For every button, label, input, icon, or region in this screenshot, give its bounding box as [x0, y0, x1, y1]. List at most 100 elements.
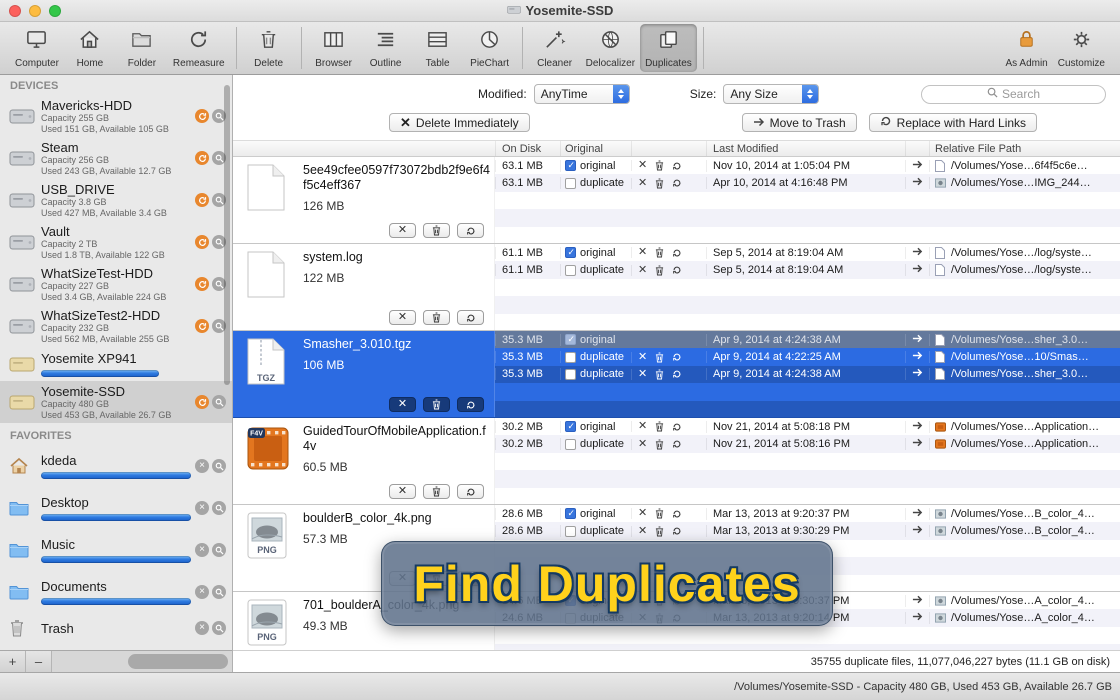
- row-delete-icon[interactable]: ✕: [638, 352, 647, 363]
- row-hardlink-icon[interactable]: [672, 422, 682, 432]
- inspect-badge-icon[interactable]: [212, 501, 226, 515]
- original-checkbox[interactable]: [565, 526, 576, 537]
- row-trash-icon[interactable]: [655, 352, 664, 363]
- row-hardlink-icon[interactable]: [672, 248, 682, 258]
- inspect-badge-icon[interactable]: [212, 395, 226, 409]
- row-hardlink-icon[interactable]: [672, 526, 682, 536]
- row-trash-icon[interactable]: [655, 508, 664, 519]
- reveal-arrow-icon[interactable]: [905, 368, 929, 380]
- add-favorite-button[interactable]: +: [0, 651, 26, 672]
- sidebar-scrollbar[interactable]: [224, 85, 230, 385]
- row-hardlink-icon[interactable]: [672, 265, 682, 275]
- duplicate-row[interactable]: 61.1 MB original ✕ Sep 5, 2014 at 8:19:0…: [495, 244, 1120, 261]
- remeasure-badge-icon[interactable]: [195, 109, 209, 123]
- group-delete-button[interactable]: ✕: [389, 397, 416, 412]
- original-checkbox[interactable]: [565, 369, 576, 380]
- inspect-badge-icon[interactable]: [212, 543, 226, 557]
- sidebar-item-trash[interactable]: Trash ×: [0, 613, 232, 643]
- toolbar-outline-button[interactable]: Outline: [360, 24, 412, 72]
- row-trash-icon[interactable]: [655, 247, 664, 258]
- group-hardlink-button[interactable]: [457, 397, 484, 412]
- row-hardlink-icon[interactable]: [672, 369, 682, 379]
- group-delete-button[interactable]: ✕: [389, 484, 416, 499]
- toolbar-table-button[interactable]: Table: [412, 24, 464, 72]
- original-checkbox[interactable]: [565, 334, 576, 345]
- duplicate-row[interactable]: 28.6 MB original ✕ Mar 13, 2013 at 9:20:…: [495, 505, 1120, 522]
- original-checkbox[interactable]: [565, 421, 576, 432]
- original-checkbox[interactable]: [565, 352, 576, 363]
- row-delete-icon[interactable]: ✕: [638, 178, 647, 189]
- row-delete-icon[interactable]: ✕: [638, 439, 647, 450]
- remeasure-badge-icon[interactable]: [195, 235, 209, 249]
- remove-badge-icon[interactable]: ×: [195, 501, 209, 515]
- row-trash-icon[interactable]: [655, 526, 664, 537]
- remove-badge-icon[interactable]: ×: [195, 585, 209, 599]
- group-trash-button[interactable]: [423, 484, 450, 499]
- reveal-arrow-icon[interactable]: [905, 438, 929, 450]
- sidebar-item-yosemite-xp941[interactable]: Yosemite XP941: [0, 347, 232, 381]
- remeasure-badge-icon[interactable]: [195, 319, 209, 333]
- duplicate-group[interactable]: F4V GuidedTourOfMobileApplication.f4v60.…: [233, 418, 1120, 505]
- remeasure-badge-icon[interactable]: [195, 277, 209, 291]
- remove-badge-icon[interactable]: ×: [195, 621, 209, 635]
- move-to-trash-button[interactable]: Move to Trash: [742, 113, 857, 132]
- original-checkbox[interactable]: [565, 439, 576, 450]
- group-trash-button[interactable]: [423, 223, 450, 238]
- minimize-window-button[interactable]: [29, 5, 41, 17]
- toolbar-cleaner-button[interactable]: Cleaner: [529, 24, 581, 72]
- inspect-badge-icon[interactable]: [212, 585, 226, 599]
- duplicate-group[interactable]: 5ee49cfee0597f73072bdb2f9e6f4f5c4eff3671…: [233, 157, 1120, 244]
- column-header-path[interactable]: Relative File Path: [929, 141, 1120, 156]
- remove-badge-icon[interactable]: ×: [195, 459, 209, 473]
- search-input[interactable]: Search: [921, 85, 1106, 104]
- original-checkbox[interactable]: [565, 178, 576, 189]
- reveal-arrow-icon[interactable]: [905, 612, 929, 624]
- row-trash-icon[interactable]: [655, 160, 664, 171]
- group-hardlink-button[interactable]: [457, 223, 484, 238]
- toolbar-customize-button[interactable]: Customize: [1053, 24, 1110, 72]
- sidebar-item-music[interactable]: Music ×: [0, 529, 232, 571]
- inspect-badge-icon[interactable]: [212, 459, 226, 473]
- toolbar-computer-button[interactable]: Computer: [10, 24, 64, 72]
- toolbar-remeasure-button[interactable]: Remeasure: [168, 24, 230, 72]
- group-hardlink-button[interactable]: [457, 310, 484, 325]
- row-trash-icon[interactable]: [655, 421, 664, 432]
- duplicate-row[interactable]: 61.1 MB duplicate ✕ Sep 5, 2014 at 8:19:…: [495, 261, 1120, 278]
- inspect-badge-icon[interactable]: [212, 621, 226, 635]
- original-checkbox[interactable]: [565, 508, 576, 519]
- scrollbar-thumb[interactable]: [128, 654, 228, 669]
- reveal-arrow-icon[interactable]: [905, 177, 929, 189]
- sidebar-item-whatsizetest-hdd[interactable]: WhatSizeTest-HDDCapacity 227 GBUsed 3.4 …: [0, 263, 232, 305]
- row-delete-icon[interactable]: ✕: [638, 247, 647, 258]
- replace-with-hard-links-button[interactable]: Replace with Hard Links: [869, 113, 1037, 132]
- duplicate-row[interactable]: 30.2 MB duplicate ✕ Nov 21, 2014 at 5:08…: [495, 435, 1120, 452]
- row-delete-icon[interactable]: ✕: [638, 369, 647, 380]
- sidebar-item-yosemite-ssd[interactable]: Yosemite-SSDCapacity 480 GBUsed 453 GB, …: [0, 381, 232, 423]
- row-trash-icon[interactable]: [655, 178, 664, 189]
- reveal-arrow-icon[interactable]: [905, 525, 929, 537]
- original-checkbox[interactable]: [565, 265, 576, 276]
- sidebar-item-steam[interactable]: SteamCapacity 256 GBUsed 243 GB, Availab…: [0, 137, 232, 179]
- remove-badge-icon[interactable]: ×: [195, 543, 209, 557]
- reveal-arrow-icon[interactable]: [905, 351, 929, 363]
- zoom-window-button[interactable]: [49, 5, 61, 17]
- toolbar-piechart-button[interactable]: PieChart: [464, 24, 516, 72]
- delete-immediately-button[interactable]: ✕ Delete Immediately: [389, 113, 530, 132]
- sidebar-item-desktop[interactable]: Desktop ×: [0, 487, 232, 529]
- row-delete-icon[interactable]: ✕: [638, 508, 647, 519]
- row-delete-icon[interactable]: ✕: [638, 160, 647, 171]
- duplicate-row[interactable]: 30.2 MB original ✕ Nov 21, 2014 at 5:08:…: [495, 418, 1120, 435]
- row-trash-icon[interactable]: [655, 265, 664, 276]
- column-header-last-modified[interactable]: Last Modified: [706, 141, 905, 156]
- toolbar-delocalizer-button[interactable]: Delocalizer: [581, 24, 640, 72]
- sidebar-item-mavericks-hdd[interactable]: Mavericks-HDDCapacity 255 GBUsed 151 GB,…: [0, 95, 232, 137]
- row-hardlink-icon[interactable]: [672, 178, 682, 188]
- row-delete-icon[interactable]: ✕: [638, 526, 647, 537]
- remeasure-badge-icon[interactable]: [195, 151, 209, 165]
- duplicate-row[interactable]: 28.6 MB duplicate ✕ Mar 13, 2013 at 9:30…: [495, 522, 1120, 539]
- modified-filter-popup[interactable]: AnyTime: [534, 84, 630, 104]
- sidebar-item-whatsizetest2-hdd[interactable]: WhatSizeTest2-HDDCapacity 232 GBUsed 562…: [0, 305, 232, 347]
- duplicate-row[interactable]: 63.1 MB original ✕ Nov 10, 2014 at 1:05:…: [495, 157, 1120, 174]
- sidebar-item-kdeda[interactable]: kdeda ×: [0, 445, 232, 487]
- sidebar-item-vault[interactable]: VaultCapacity 2 TBUsed 1.8 TB, Available…: [0, 221, 232, 263]
